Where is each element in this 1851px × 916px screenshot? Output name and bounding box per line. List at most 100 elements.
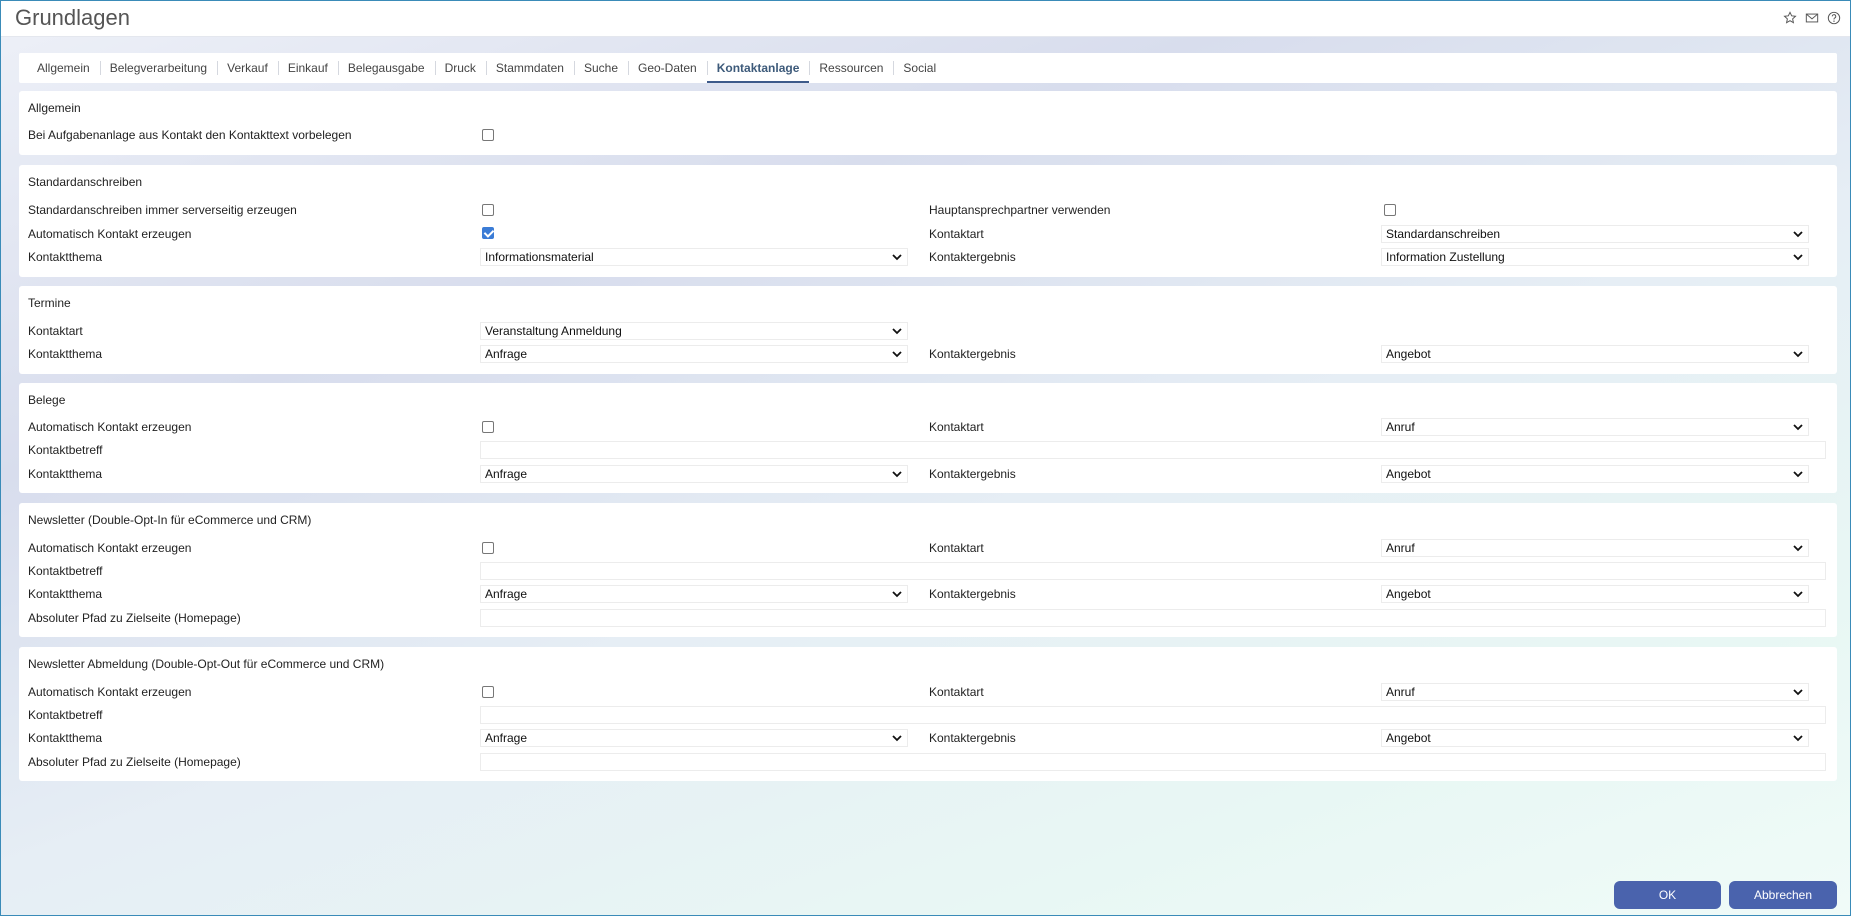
kontaktart-label: Kontaktart bbox=[929, 685, 984, 699]
cancel-button[interactable]: Abbrechen bbox=[1729, 881, 1837, 909]
section-title: Termine bbox=[28, 296, 71, 310]
zielseite-pfad-input[interactable] bbox=[480, 753, 1826, 771]
chevron-down-icon bbox=[1793, 545, 1803, 552]
vorbelegen-label: Bei Aufgabenanlage aus Kontakt den Konta… bbox=[28, 128, 352, 142]
vorbelegen-checkbox[interactable] bbox=[482, 129, 494, 141]
hauptansprechpartner-checkbox[interactable] bbox=[1384, 204, 1396, 216]
tab-social[interactable]: Social bbox=[893, 53, 946, 83]
kontaktthema-select[interactable]: Anfrage bbox=[480, 345, 908, 363]
kontaktthema-label: Kontaktthema bbox=[28, 347, 103, 361]
kontaktbetreff-label: Kontaktbetreff bbox=[28, 443, 103, 457]
kontaktbetreff-input[interactable] bbox=[480, 706, 1826, 724]
select-value: Anruf bbox=[1386, 541, 1415, 555]
kontaktthema-select[interactable]: Anfrage bbox=[480, 585, 908, 603]
section-allgemein: Allgemein Bei Aufgabenanlage aus Kontakt… bbox=[19, 91, 1837, 155]
auto-kontakt-checkbox[interactable] bbox=[482, 227, 494, 239]
chevron-down-icon bbox=[1793, 424, 1803, 431]
auto-kontakt-checkbox[interactable] bbox=[482, 686, 494, 698]
kontaktergebnis-select[interactable]: Angebot bbox=[1381, 585, 1809, 603]
title-icons bbox=[1782, 10, 1842, 26]
kontaktart-select[interactable]: Anruf bbox=[1381, 539, 1809, 557]
select-value: Angebot bbox=[1386, 347, 1431, 361]
kontaktart-select[interactable]: Standardanschreiben bbox=[1381, 225, 1809, 243]
chevron-down-icon bbox=[1793, 351, 1803, 358]
section-title: Newsletter (Double-Opt-In für eCommerce … bbox=[28, 513, 312, 527]
kontaktergebnis-label: Kontaktergebnis bbox=[929, 587, 1016, 601]
chevron-down-icon bbox=[1793, 471, 1803, 478]
tab-ressourcen[interactable]: Ressourcen bbox=[809, 53, 893, 83]
select-value: Veranstaltung Anmeldung bbox=[485, 324, 622, 338]
select-value: Angebot bbox=[1386, 587, 1431, 601]
zielseite-pfad-input[interactable] bbox=[480, 609, 1826, 627]
help-icon[interactable] bbox=[1826, 10, 1842, 26]
dialog-window: Grundlagen Allgemein Belegverarbeitung V… bbox=[0, 0, 1851, 916]
section-title: Belege bbox=[28, 393, 66, 407]
kontaktthema-select[interactable]: Informationsmaterial bbox=[480, 248, 908, 266]
kontaktthema-label: Kontaktthema bbox=[28, 467, 103, 481]
section-title: Newsletter Abmeldung (Double-Opt-Out für… bbox=[28, 657, 385, 671]
kontaktbetreff-label: Kontaktbetreff bbox=[28, 564, 103, 578]
section-title: Allgemein bbox=[28, 101, 81, 115]
tab-bar: Allgemein Belegverarbeitung Verkauf Eink… bbox=[19, 53, 1837, 83]
select-value: Standardanschreiben bbox=[1386, 227, 1501, 241]
tab-kontaktanlage[interactable]: Kontaktanlage bbox=[706, 53, 810, 83]
tab-belegausgabe[interactable]: Belegausgabe bbox=[337, 53, 435, 83]
kontaktthema-select[interactable]: Anfrage bbox=[480, 729, 908, 747]
kontaktart-label: Kontaktart bbox=[28, 324, 83, 338]
chevron-down-icon bbox=[892, 351, 902, 358]
chevron-down-icon bbox=[1793, 591, 1803, 598]
kontaktergebnis-select[interactable]: Angebot bbox=[1381, 465, 1809, 483]
mail-icon[interactable] bbox=[1804, 10, 1820, 26]
kontaktbetreff-input[interactable] bbox=[480, 562, 1826, 580]
tab-stammdaten[interactable]: Stammdaten bbox=[485, 53, 574, 83]
zielseite-pfad-label: Absoluter Pfad zu Zielseite (Homepage) bbox=[28, 611, 241, 625]
kontaktart-select[interactable]: Anruf bbox=[1381, 418, 1809, 436]
tab-einkauf[interactable]: Einkauf bbox=[277, 53, 338, 83]
kontaktart-select[interactable]: Veranstaltung Anmeldung bbox=[480, 322, 908, 340]
kontaktergebnis-label: Kontaktergebnis bbox=[929, 731, 1016, 745]
auto-kontakt-checkbox[interactable] bbox=[482, 542, 494, 554]
chevron-down-icon bbox=[1793, 689, 1803, 696]
ok-button[interactable]: OK bbox=[1614, 881, 1721, 909]
star-icon[interactable] bbox=[1782, 10, 1798, 26]
section-title: Standardanschreiben bbox=[28, 175, 143, 189]
zielseite-pfad-label: Absoluter Pfad zu Zielseite (Homepage) bbox=[28, 755, 241, 769]
hauptansprechpartner-label: Hauptansprechpartner verwenden bbox=[929, 203, 1111, 217]
kontaktbetreff-label: Kontaktbetreff bbox=[28, 708, 103, 722]
serverseitig-label: Standardanschreiben immer serverseitig e… bbox=[28, 203, 297, 217]
auto-kontakt-label: Automatisch Kontakt erzeugen bbox=[28, 227, 192, 241]
window-title: Grundlagen bbox=[15, 5, 130, 30]
section-newsletter: Newsletter (Double-Opt-In für eCommerce … bbox=[19, 503, 1837, 637]
kontaktart-label: Kontaktart bbox=[929, 541, 984, 555]
auto-kontakt-checkbox[interactable] bbox=[482, 421, 494, 433]
kontaktthema-label: Kontaktthema bbox=[28, 731, 103, 745]
kontaktthema-select[interactable]: Anfrage bbox=[480, 465, 908, 483]
chevron-down-icon bbox=[892, 471, 902, 478]
tab-suche[interactable]: Suche bbox=[573, 53, 628, 83]
serverseitig-checkbox[interactable] bbox=[482, 204, 494, 216]
kontaktergebnis-select[interactable]: Information Zustellung bbox=[1381, 248, 1809, 266]
select-value: Angebot bbox=[1386, 731, 1431, 745]
chevron-down-icon bbox=[892, 591, 902, 598]
kontaktbetreff-input[interactable] bbox=[480, 441, 1826, 459]
chevron-down-icon bbox=[1793, 735, 1803, 742]
select-value: Anfrage bbox=[485, 587, 528, 601]
select-value: Informationsmaterial bbox=[485, 250, 594, 264]
select-value: Anfrage bbox=[485, 467, 528, 481]
kontaktergebnis-select[interactable]: Angebot bbox=[1381, 729, 1809, 747]
chevron-down-icon bbox=[892, 328, 902, 335]
kontaktart-select[interactable]: Anruf bbox=[1381, 683, 1809, 701]
kontaktart-label: Kontaktart bbox=[929, 420, 984, 434]
tab-verkauf[interactable]: Verkauf bbox=[217, 53, 278, 83]
chevron-down-icon bbox=[892, 254, 902, 261]
tab-druck[interactable]: Druck bbox=[434, 53, 486, 83]
auto-kontakt-label: Automatisch Kontakt erzeugen bbox=[28, 685, 192, 699]
auto-kontakt-label: Automatisch Kontakt erzeugen bbox=[28, 420, 192, 434]
section-termine: Termine Kontaktart Veranstaltung Anmeldu… bbox=[19, 286, 1837, 374]
tab-allgemein[interactable]: Allgemein bbox=[27, 53, 100, 83]
kontaktergebnis-select[interactable]: Angebot bbox=[1381, 345, 1809, 363]
tab-belegverarbeitung[interactable]: Belegverarbeitung bbox=[99, 53, 217, 83]
chevron-down-icon bbox=[1793, 254, 1803, 261]
tab-geo-daten[interactable]: Geo-Daten bbox=[628, 53, 707, 83]
kontaktergebnis-label: Kontaktergebnis bbox=[929, 467, 1016, 481]
